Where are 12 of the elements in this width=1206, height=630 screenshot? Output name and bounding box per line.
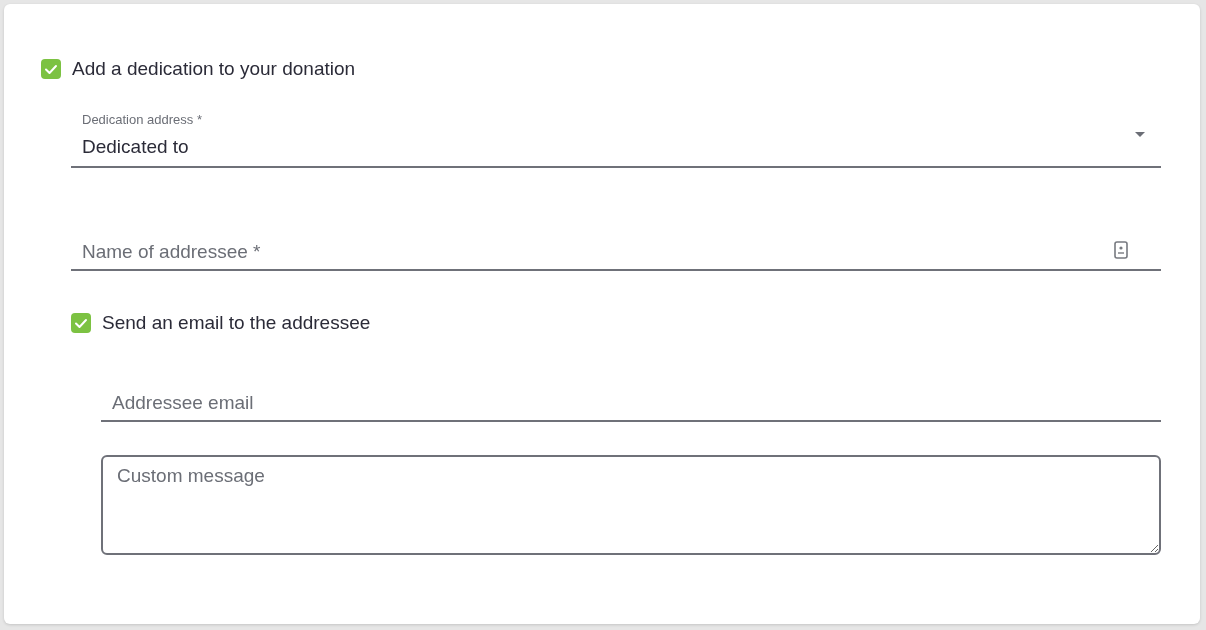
contact-card-icon [1114,241,1128,259]
select-field[interactable]: Dedication address * Dedicated to [71,108,1161,168]
field-label: Dedication address * [82,112,202,127]
select-value: Dedicated to [82,136,189,158]
caret-icon [1135,132,1145,137]
message-field[interactable]: Custom message [101,455,1161,555]
checkbox-label[interactable]: Send an email to the addressee [102,312,371,334]
checkbox-label[interactable]: Add a dedication to your donation [72,58,356,80]
input-field[interactable]: Name of addressee * [71,229,1161,271]
checkbox[interactable] [41,59,61,79]
checkbox[interactable] [71,313,91,333]
input-field[interactable]: Addressee email [101,380,1161,422]
